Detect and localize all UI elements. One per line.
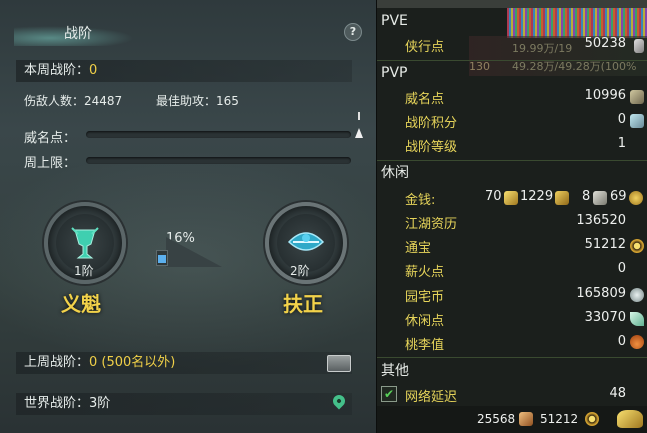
row-zhanjie-dengji: 战阶等级 1 bbox=[405, 136, 626, 155]
kills-label: 伤敌人数： bbox=[24, 94, 85, 108]
assist-value: 165 bbox=[216, 94, 239, 108]
estate-coin-icon bbox=[630, 288, 644, 302]
this-week-rank-row: 本周战阶：0 bbox=[16, 60, 352, 82]
marker-pin-icon bbox=[355, 112, 363, 138]
last-week-rank-row: 上周战阶：0 (500名以外) bbox=[16, 352, 352, 374]
current-rank-name: 义魁 bbox=[61, 292, 101, 316]
world-rank-value: 3阶 bbox=[89, 396, 111, 411]
this-week-value: 0 bbox=[89, 63, 98, 78]
top-status-strip bbox=[377, 0, 647, 8]
coin-icon bbox=[629, 191, 643, 205]
row-zhanjie-jifen: 战阶积分 0 bbox=[377, 109, 647, 133]
leaf-icon bbox=[630, 312, 644, 326]
row-xiuxian: 休闲点 33070 bbox=[377, 307, 647, 331]
war-rank-panel: 战阶 ? 本周战阶：0 伤敌人数：24487 最佳助攻：165 威名点： 周上限… bbox=[0, 0, 376, 433]
bottom-value-2: 51212 bbox=[540, 412, 579, 426]
gourd-icon bbox=[630, 335, 644, 349]
row-yuanzhai: 园宅币 165809 bbox=[377, 283, 647, 307]
prestige-icon bbox=[630, 90, 644, 104]
bottom-currency-bar: 25568 51212 bbox=[377, 406, 647, 433]
section-leisure: 休闲 bbox=[381, 165, 409, 181]
this-week-label: 本周战阶： bbox=[24, 63, 90, 78]
money-gold: 70 bbox=[485, 189, 502, 204]
kills-value: 24487 bbox=[84, 94, 123, 108]
row-xiaxing: 侠行点 50238 bbox=[377, 33, 647, 57]
row-tongbao: 通宝 51212 bbox=[377, 234, 647, 258]
world-rank-row: 世界战阶：3阶 bbox=[16, 393, 352, 415]
current-rank-level: 1阶 bbox=[74, 264, 94, 278]
scroll-icon bbox=[519, 412, 533, 426]
money-silver: 1229 bbox=[520, 189, 554, 204]
weekly-cap-bar bbox=[86, 157, 351, 164]
money-extra: 69 bbox=[610, 189, 627, 204]
rank-progress-bar bbox=[156, 250, 168, 266]
copper-ingot-icon bbox=[593, 191, 607, 205]
row-latency: 网络延迟 48 bbox=[405, 386, 626, 405]
section-pve: PVE bbox=[381, 13, 408, 29]
row-weiming: 威名点 10996 bbox=[377, 85, 647, 109]
money-copper: 8 bbox=[582, 189, 591, 204]
next-rank-level: 2阶 bbox=[290, 264, 310, 278]
section-other: 其他 bbox=[381, 363, 409, 379]
gold-ingot-icon bbox=[504, 191, 518, 205]
row-money: 金钱: 70 1229 8 69 bbox=[377, 186, 647, 210]
last-week-value: 0 (500名以外) bbox=[89, 355, 176, 370]
help-icon[interactable]: ? bbox=[344, 23, 362, 41]
bottom-value-1: 25568 bbox=[477, 412, 516, 426]
chest-icon[interactable] bbox=[327, 355, 351, 372]
silver-ingot-icon bbox=[555, 191, 569, 205]
panel-title: 战阶 bbox=[64, 26, 92, 42]
section-pvp: PVP bbox=[381, 65, 408, 81]
gold-ingot-bottom-icon[interactable] bbox=[617, 410, 643, 428]
last-week-label: 上周战阶： bbox=[24, 355, 90, 370]
weekly-cap-label: 周上限： bbox=[24, 156, 77, 171]
prestige-bar bbox=[86, 131, 351, 138]
row-jianghu-zili: 江湖资历 136520 bbox=[405, 213, 626, 232]
rank-progress-fill bbox=[158, 255, 166, 263]
world-rank-label: 世界战阶： bbox=[24, 396, 90, 411]
sword-icon bbox=[634, 39, 644, 53]
row-taoli: 桃李值 0 bbox=[377, 331, 647, 355]
trophy-icon bbox=[630, 114, 644, 128]
progress-wedge bbox=[166, 237, 222, 267]
assist-label: 最佳助攻： bbox=[156, 94, 217, 108]
currency-panel: 19.99万/19 49.28万/49.28万(100% 130 PVE 侠行点… bbox=[376, 0, 647, 433]
stats-row: 伤敌人数：24487 最佳助攻：165 bbox=[16, 92, 352, 110]
next-rank-name: 扶正 bbox=[283, 292, 323, 316]
prestige-label: 威名点： bbox=[24, 131, 77, 146]
row-xinhuo: 薪火点 0 bbox=[405, 261, 626, 280]
tongbao-coin-icon bbox=[630, 239, 644, 253]
tongbao-bottom-icon bbox=[585, 412, 599, 426]
